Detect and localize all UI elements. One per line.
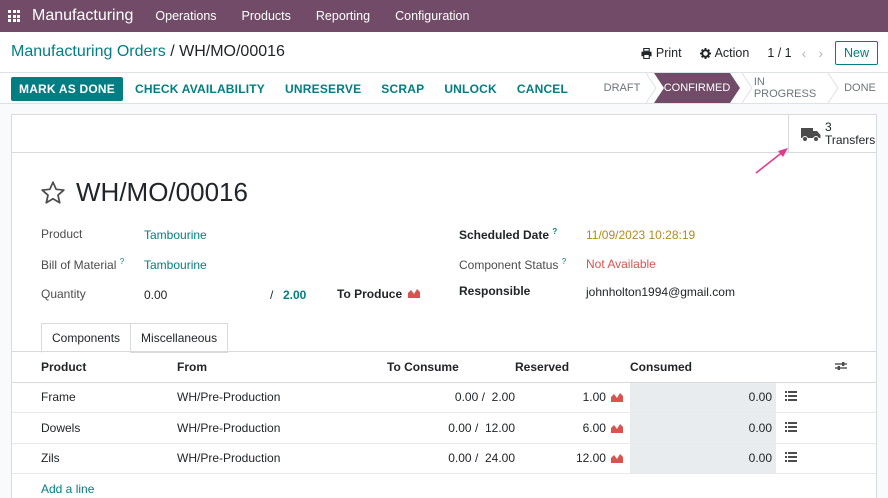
col-to-consume[interactable]: To Consume (387, 352, 515, 383)
transfers-smart-button[interactable]: 3 Transfers (788, 115, 876, 153)
row-to-consume: 0.00 / 24.00 (387, 443, 515, 474)
status-in-progress[interactable]: IN PROGRESS (742, 73, 828, 103)
row-consumed[interactable]: 0.00 (630, 382, 776, 413)
app-name[interactable]: Manufacturing (32, 7, 133, 25)
row-to-consume: 0.00 / 2.00 (387, 382, 515, 413)
action-button[interactable]: Action (699, 46, 750, 60)
breadcrumb-separator: / (170, 43, 175, 60)
pager-value[interactable]: 1 / 1 (767, 46, 791, 60)
menu-reporting[interactable]: Reporting (316, 9, 370, 23)
mark-as-done-button[interactable]: MARK AS DONE (11, 77, 123, 101)
column-settings-icon[interactable] (835, 361, 847, 371)
component-status-value: Not Available (586, 257, 656, 271)
breadcrumb: Manufacturing Orders / WH/MO/00016 (11, 43, 285, 61)
record-title: WH/MO/00016 (40, 177, 248, 208)
row-from[interactable]: WH/Pre-Production (177, 382, 387, 413)
bom-help-icon[interactable]: ? (120, 257, 124, 266)
col-product[interactable]: Product (12, 352, 177, 383)
menu-configuration[interactable]: Configuration (395, 9, 469, 23)
list-details-icon[interactable] (785, 421, 797, 432)
table-row[interactable]: Zils WH/Pre-Production 0.00 / 24.00 12.0… (12, 443, 876, 474)
control-panel: Manufacturing Orders / WH/MO/00016 Print… (0, 32, 888, 72)
row-product[interactable]: Dowels (12, 412, 177, 444)
top-navbar: Manufacturing Operations Products Report… (0, 0, 888, 32)
col-reserved[interactable]: Reserved (515, 352, 630, 383)
scheduled-date-label: Scheduled Date ? (459, 227, 558, 242)
scrap-button[interactable]: SCRAP (381, 77, 432, 101)
row-from[interactable]: WH/Pre-Production (177, 443, 387, 474)
table-header-row: Product From To Consume Reserved Consume… (12, 352, 876, 383)
action-label: Action (714, 46, 750, 60)
table-row[interactable]: Dowels WH/Pre-Production 0.00 / 12.00 6.… (12, 412, 876, 444)
tab-components[interactable]: Components (41, 323, 132, 353)
cancel-button[interactable]: CANCEL (517, 77, 576, 101)
pointer-arrow-annotation (755, 148, 788, 174)
area-chart-icon[interactable] (408, 288, 420, 298)
col-consumed[interactable]: Consumed (630, 352, 776, 383)
area-chart-icon[interactable] (611, 453, 624, 464)
statusbar: MARK AS DONE CHECK AVAILABILITY UNRESERV… (0, 72, 888, 104)
pager-prev-icon[interactable]: ‹ (802, 45, 807, 61)
button-box: 3 Transfers (12, 115, 876, 153)
components-table: Product From To Consume Reserved Consume… (12, 352, 876, 474)
star-icon[interactable] (40, 180, 66, 206)
row-to-consume: 0.00 / 12.00 (387, 412, 515, 444)
col-from[interactable]: From (177, 352, 387, 383)
unlock-button[interactable]: UNLOCK (444, 77, 505, 101)
quantity-label: Quantity (41, 287, 86, 301)
component-status-label: Component Status ? (459, 257, 567, 272)
quantity-produced-field[interactable]: 0.00 (144, 288, 167, 302)
responsible-field[interactable]: johnholton1994@gmail.com (586, 285, 735, 299)
scheduled-date-field[interactable]: 11/09/2023 10:28:19 (586, 228, 695, 242)
tab-miscellaneous[interactable]: Miscellaneous (130, 323, 229, 353)
print-icon (641, 47, 652, 59)
row-product[interactable]: Zils (12, 443, 177, 474)
row-reserved: 12.00 (515, 443, 630, 474)
row-reserved: 6.00 (515, 412, 630, 444)
transfers-label: Transfers (825, 133, 876, 147)
row-from[interactable]: WH/Pre-Production (177, 412, 387, 444)
to-produce-label: To Produce (337, 287, 403, 301)
form-sheet: 3 Transfers WH/MO/00016 Product Tambouri… (11, 114, 877, 498)
quantity-separator: / (270, 288, 274, 302)
breadcrumb-current: WH/MO/00016 (179, 43, 285, 60)
bom-field[interactable]: Tambourine (144, 258, 207, 272)
add-line-link[interactable]: Add a line (41, 482, 94, 496)
print-label: Print (655, 46, 682, 60)
menu-operations[interactable]: Operations (155, 9, 216, 23)
check-availability-button[interactable]: CHECK AVAILABILITY (135, 77, 273, 101)
notebook-tabs: Components Miscellaneous (41, 323, 229, 353)
row-consumed[interactable]: 0.00 (630, 412, 776, 444)
menu-products[interactable]: Products (242, 9, 291, 23)
status-done[interactable]: DONE (828, 73, 888, 103)
truck-icon (801, 127, 821, 142)
pager-next-icon[interactable]: › (818, 45, 823, 61)
status-steps: DRAFT CONFIRMED IN PROGRESS DONE (592, 73, 888, 103)
area-chart-icon[interactable] (611, 392, 624, 403)
product-field[interactable]: Tambourine (144, 228, 207, 242)
table-row[interactable]: Frame WH/Pre-Production 0.00 / 2.00 1.00… (12, 382, 876, 413)
new-button[interactable]: New (834, 41, 878, 65)
status-draft[interactable]: DRAFT (592, 73, 652, 103)
unreserve-button[interactable]: UNRESERVE (285, 77, 369, 101)
apps-menu-icon[interactable] (8, 10, 20, 22)
list-details-icon[interactable] (785, 391, 797, 402)
print-button[interactable]: Print (641, 46, 682, 60)
row-product[interactable]: Frame (12, 382, 177, 413)
product-label: Product (41, 227, 83, 241)
row-consumed[interactable]: 0.00 (630, 443, 776, 474)
gear-icon (699, 47, 711, 59)
breadcrumb-parent-link[interactable]: Manufacturing Orders (11, 43, 166, 60)
scheduled-help-icon[interactable]: ? (552, 227, 557, 236)
list-details-icon[interactable] (785, 452, 797, 463)
bom-label: Bill of Material ? (41, 257, 125, 272)
responsible-label: Responsible (459, 284, 531, 298)
area-chart-icon[interactable] (611, 423, 624, 433)
quantity-total-field[interactable]: 2.00 (283, 288, 306, 302)
component-status-help-icon[interactable]: ? (562, 257, 566, 266)
status-confirmed[interactable]: CONFIRMED (652, 73, 742, 103)
row-reserved: 1.00 (515, 382, 630, 413)
record-name: WH/MO/00016 (76, 177, 248, 207)
